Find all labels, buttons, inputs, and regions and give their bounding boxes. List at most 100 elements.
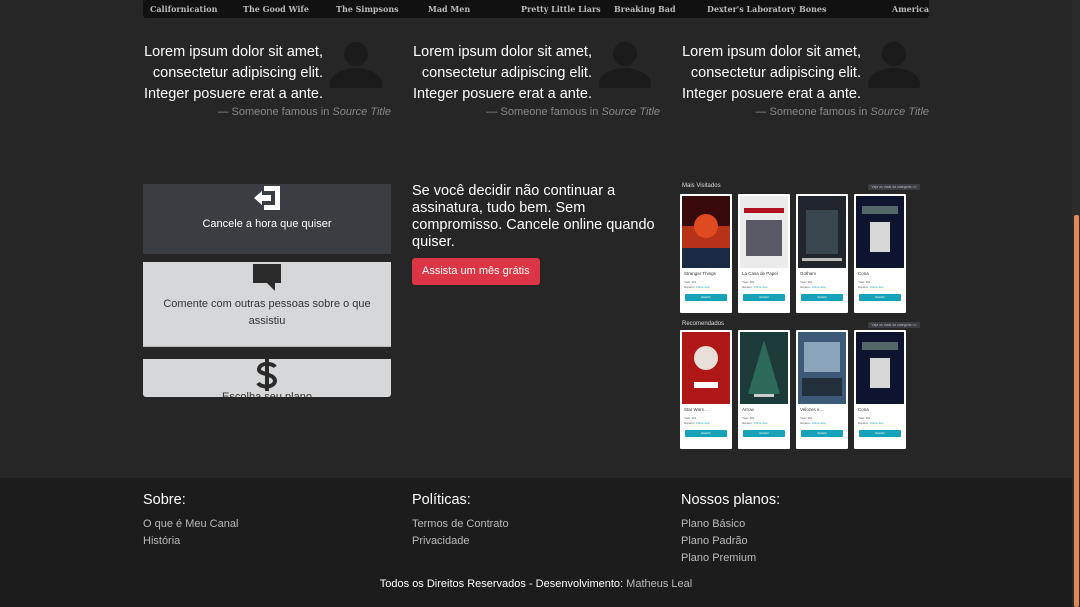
card-genre: Gênero: Crime Asp [800, 285, 826, 289]
testimonial: Lorem ipsum dolor sit amet, consectetur … [143, 40, 393, 120]
watch-button[interactable]: Assistir [685, 294, 727, 301]
dollar-icon [256, 359, 278, 391]
exit-icon [254, 186, 280, 210]
testimonial-text: Lorem ipsum dolor sit amet, consectetur … [144, 44, 323, 102]
card-year: Year: 3rd [684, 280, 697, 284]
poster-image [856, 332, 904, 404]
footer-heading: Nossos planos: [681, 492, 781, 508]
promo-text: Se você decidir não continuar a assinatu… [412, 183, 655, 250]
footer-link[interactable]: O que é Meu Canal [143, 516, 238, 533]
footer-link[interactable]: Privacidade [412, 533, 509, 550]
user-avatar-icon [599, 42, 651, 88]
footer-plans: Nossos planos: Plano Básico Plano Padrão… [681, 492, 780, 567]
feature-cancel[interactable]: Cancele a hora que quiser [143, 184, 391, 254]
card-title: Cona [858, 271, 869, 276]
user-avatar-icon [868, 42, 920, 88]
section-header: Recomendados Veja os mais da categoria >… [680, 320, 922, 330]
card-title: Star Wars ... [684, 407, 709, 412]
poster-image [682, 196, 730, 268]
see-more-link[interactable]: Veja os mais da categoria >> [868, 322, 920, 328]
poster-image [856, 196, 904, 268]
card-title: La Casa de Papel [742, 271, 778, 276]
movie-card[interactable]: Cona Year: 3rd Gênero: Crime Asp Assisti… [854, 330, 906, 449]
testimonial-citation: — Someone famous in Source Title [486, 106, 660, 118]
show-link[interactable]: American [892, 4, 929, 14]
card-title: Cona [858, 407, 869, 412]
movie-card[interactable]: Velozes e ... Year: 3rd Gênero: Crime As… [796, 330, 848, 449]
card-year: Year: 3rd [858, 280, 871, 284]
watch-button[interactable]: Assistir [859, 294, 901, 301]
movie-card[interactable]: Arrow Year: 3rd Gênero: Crime Asp Assist… [738, 330, 790, 449]
show-link[interactable]: Dexter's Laboratory [707, 4, 796, 14]
feature-label: Comente com outras pessoas sobre o que a… [163, 298, 371, 327]
footer-link[interactable]: Plano Padrão [681, 533, 780, 550]
card-genre: Gênero: Crime Asp [742, 285, 768, 289]
watch-button[interactable]: Assistir [801, 294, 843, 301]
footer-link[interactable]: Plano Premium [681, 550, 780, 567]
movie-card[interactable]: Gotham Year: 3rd Gênero: Crime Asp Assis… [796, 194, 848, 313]
card-year: Year: 3rd [858, 416, 871, 420]
show-names-strip: Californication The Good Wife The Simpso… [143, 0, 929, 18]
user-avatar-icon [330, 42, 382, 88]
show-link[interactable]: Bones [799, 4, 827, 14]
card-genre: Gênero: Crime Asp [858, 421, 884, 425]
page-scrollbar[interactable] [1072, 0, 1080, 607]
watch-button[interactable]: Assistir [743, 294, 785, 301]
testimonial: Lorem ipsum dolor sit amet, consectetur … [412, 40, 662, 120]
testimonial-citation: — Someone famous in Source Title [755, 106, 929, 118]
feature-plan[interactable]: Escolha seu plano [143, 359, 391, 397]
card-title: Gotham [800, 271, 817, 276]
card-title: Stranger Things [684, 271, 716, 276]
footer-heading: Políticas: [412, 492, 471, 508]
movie-card[interactable]: La Casa de Papel Year: 3rd Gênero: Crime… [738, 194, 790, 313]
testimonial-text: Lorem ipsum dolor sit amet, consectetur … [682, 44, 861, 102]
show-link[interactable]: The Good Wife [243, 4, 309, 14]
feature-comment[interactable]: Comente com outras pessoas sobre o que a… [143, 262, 391, 347]
show-link[interactable]: Mad Men [428, 4, 470, 14]
card-title: Velozes e ... [800, 407, 825, 412]
catalog-preview: Mais Visitados Veja os mais da categoria… [680, 182, 925, 449]
section-title: Recomendados [682, 321, 725, 327]
poster-image [798, 196, 846, 268]
footer-link[interactable]: Termos de Contrato [412, 516, 509, 533]
show-link[interactable]: Californication [150, 4, 217, 14]
footer-link[interactable]: Plano Básico [681, 516, 780, 533]
poster-image [682, 332, 730, 404]
watch-button[interactable]: Assistir [743, 430, 785, 437]
card-genre: Gênero: Crime Asp [742, 421, 768, 425]
movie-card[interactable]: Cona Year: 3rd Gênero: Crime Asp Assisti… [854, 194, 906, 313]
watch-button[interactable]: Assistir [685, 430, 727, 437]
footer: Sobre: O que é Meu Canal História Políti… [0, 478, 1080, 607]
watch-button[interactable]: Assistir [801, 430, 843, 437]
scrollbar-thumb[interactable] [1074, 215, 1079, 607]
card-genre: Gênero: Crime Asp [684, 285, 710, 289]
card-year: Year: 3rd [684, 416, 697, 420]
show-link[interactable]: Pretty Little Liars [521, 4, 601, 14]
footer-policies: Políticas: Termos de Contrato Privacidad… [412, 492, 509, 550]
footer-heading: Sobre: [143, 492, 186, 508]
movie-card[interactable]: Star Wars ... Year: 3rd Gênero: Crime As… [680, 330, 732, 449]
card-year: Year: 3rd [800, 416, 813, 420]
movie-card[interactable]: Stranger Things Year: 3rd Gênero: Crime … [680, 194, 732, 313]
testimonial-citation: — Someone famous in Source Title [217, 106, 391, 118]
see-more-link[interactable]: Veja os mais da categoria >> [868, 184, 920, 190]
section-title: Mais Visitados [682, 183, 721, 189]
copyright: Todos os Direitos Reservados - Desenvolv… [379, 578, 693, 590]
features-list: Cancele a hora que quiser Comente com ou… [143, 172, 391, 397]
footer-about: Sobre: O que é Meu Canal História [143, 492, 238, 550]
feature-label: Cancele a hora que quiser [202, 218, 332, 230]
testimonial: Lorem ipsum dolor sit amet, consectetur … [681, 40, 931, 120]
card-genre: Gênero: Crime Asp [800, 421, 826, 425]
watch-button[interactable]: Assistir [859, 430, 901, 437]
footer-link[interactable]: História [143, 533, 238, 550]
show-link[interactable]: Breaking Bad [614, 4, 676, 14]
poster-image [740, 332, 788, 404]
card-year: Year: 3rd [800, 280, 813, 284]
show-link[interactable]: The Simpsons [336, 4, 399, 14]
section-header: Mais Visitados Veja os mais da categoria… [680, 182, 922, 192]
poster-image [798, 332, 846, 404]
poster-image [740, 196, 788, 268]
testimonial-text: Lorem ipsum dolor sit amet, consectetur … [413, 44, 592, 102]
author-link[interactable]: Matheus Leal [626, 578, 692, 590]
free-month-button[interactable]: Assista um mês grátis [412, 258, 540, 285]
